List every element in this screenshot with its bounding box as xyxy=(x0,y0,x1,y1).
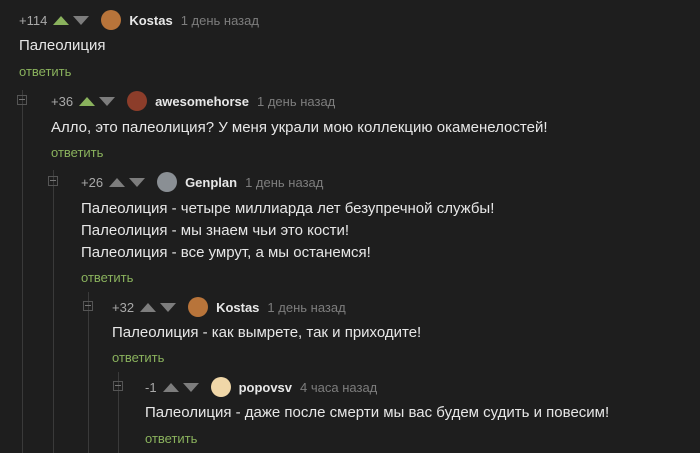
thread-line xyxy=(88,292,89,453)
avatar[interactable] xyxy=(127,91,148,111)
downvote-icon[interactable] xyxy=(182,382,199,392)
comment-username[interactable]: Kostas xyxy=(216,300,259,315)
comment-username[interactable]: awesomehorse xyxy=(155,94,249,109)
upvote-icon[interactable] xyxy=(162,382,179,392)
avatar[interactable] xyxy=(188,297,209,317)
comment-text: Палеолиция - даже после смерти мы вас бу… xyxy=(145,404,610,421)
downvote-icon[interactable] xyxy=(160,302,177,312)
upvote-icon[interactable] xyxy=(53,15,70,25)
comment-username[interactable]: Kostas xyxy=(129,13,172,28)
thread-line xyxy=(53,170,54,453)
comment-username[interactable]: popovsv xyxy=(239,380,292,395)
comment-rating: +36 xyxy=(51,93,74,109)
upvote-icon[interactable] xyxy=(79,96,96,106)
upvote-icon[interactable] xyxy=(140,302,157,312)
avatar[interactable] xyxy=(210,377,231,397)
thread-line xyxy=(22,90,23,453)
comment-time: 1 день назад xyxy=(257,93,336,109)
comment-time: 1 день назад xyxy=(245,174,324,190)
comment-rating: +114 xyxy=(19,12,48,28)
downvote-icon[interactable] xyxy=(129,177,146,187)
reply-link[interactable]: ответить xyxy=(19,64,71,79)
comment-time: 4 часа назад xyxy=(300,379,378,395)
comment-text: Палеолиция - все умрут, а мы останемся! xyxy=(81,244,371,261)
downvote-icon[interactable] xyxy=(99,96,116,106)
reply-link[interactable]: ответить xyxy=(81,270,133,285)
collapse-toggle[interactable] xyxy=(17,95,27,105)
upvote-icon[interactable] xyxy=(109,177,126,187)
comment-rating: +26 xyxy=(81,174,104,190)
avatar[interactable] xyxy=(157,172,178,192)
comment-text: Палеолиция - мы знаем чьи это кости! xyxy=(81,222,350,239)
comment-text: Палеолиция - как вымрете, так и приходит… xyxy=(112,324,422,341)
collapse-toggle[interactable] xyxy=(48,176,58,186)
comment-time: 1 день назад xyxy=(180,12,259,28)
comment-text: Палеолиция - четыре миллиарда лет безупр… xyxy=(81,200,495,217)
reply-link[interactable]: ответить xyxy=(112,350,164,365)
comment-time: 1 день назад xyxy=(267,299,346,315)
avatar[interactable] xyxy=(101,10,122,30)
comment-username[interactable]: Genplan xyxy=(185,175,237,190)
comment-text: Палеолиция xyxy=(19,37,106,54)
comment-rating: +32 xyxy=(112,299,135,315)
downvote-icon[interactable] xyxy=(73,15,90,25)
comment-text: Алло, это палеолиция? У меня украли мою … xyxy=(51,119,548,136)
collapse-toggle[interactable] xyxy=(83,301,93,311)
reply-link[interactable]: ответить xyxy=(51,145,103,160)
reply-link[interactable]: ответить xyxy=(145,431,197,446)
comment-rating: -1 xyxy=(145,379,157,395)
collapse-toggle[interactable] xyxy=(113,381,123,391)
